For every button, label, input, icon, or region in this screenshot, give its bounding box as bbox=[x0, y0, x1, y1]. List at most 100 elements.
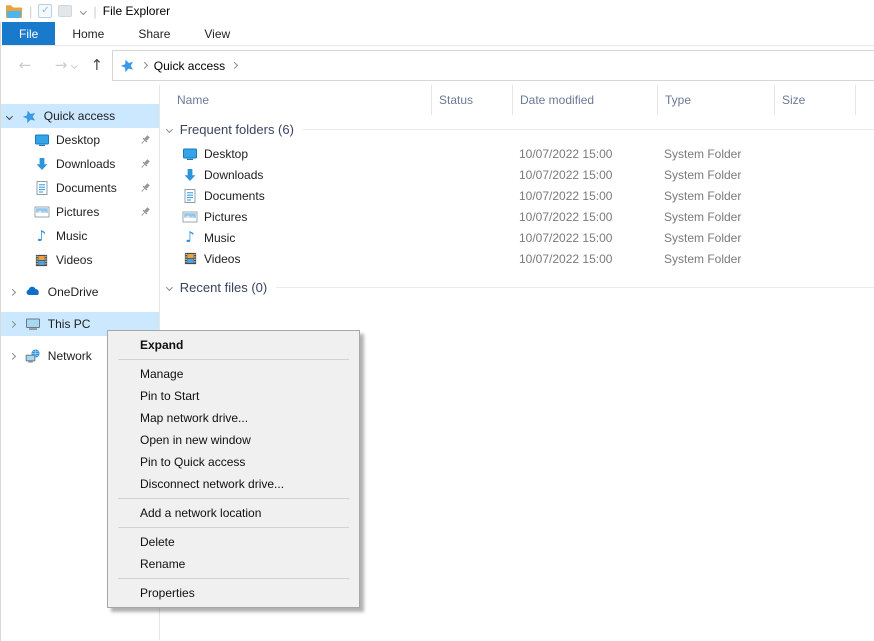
window-title: File Explorer bbox=[103, 4, 170, 18]
menu-item-add-network-location[interactable]: Add a network location bbox=[108, 502, 359, 524]
desktop-icon bbox=[33, 132, 50, 148]
pictures-icon bbox=[182, 209, 198, 225]
file-type: System Folder bbox=[657, 206, 774, 227]
file-row-downloads[interactable]: Downloads 10/07/2022 15:00 System Folder bbox=[160, 164, 874, 185]
file-date: 10/07/2022 15:00 bbox=[512, 227, 657, 248]
menu-item-pin-to-quick-access[interactable]: Pin to Quick access bbox=[108, 451, 359, 473]
recent-locations-icon[interactable] bbox=[71, 62, 78, 69]
file-row-music[interactable]: ♪ Music 10/07/2022 15:00 System Folder bbox=[160, 227, 874, 248]
downloads-icon bbox=[33, 156, 50, 172]
videos-icon bbox=[182, 251, 198, 267]
group-header-rule bbox=[303, 129, 874, 130]
file-date: 10/07/2022 15:00 bbox=[512, 206, 657, 227]
tab-view[interactable]: View bbox=[187, 22, 247, 45]
sidebar-item-onedrive[interactable]: OneDrive bbox=[0, 280, 159, 304]
quick-access-star-icon[interactable] bbox=[120, 58, 135, 73]
expand-chevron-icon[interactable] bbox=[9, 289, 16, 296]
forward-icon[interactable]: → bbox=[50, 58, 72, 73]
menu-item-properties[interactable]: Properties bbox=[108, 582, 359, 604]
file-explorer-app-icon bbox=[5, 4, 23, 19]
file-row-pictures[interactable]: Pictures 10/07/2022 15:00 System Folder bbox=[160, 206, 874, 227]
title-bar: | ✓ | File Explorer bbox=[0, 0, 874, 22]
menu-separator bbox=[118, 498, 349, 499]
file-row-videos[interactable]: Videos 10/07/2022 15:00 System Folder bbox=[160, 248, 874, 269]
group-collapse-chevron-icon[interactable] bbox=[166, 126, 173, 133]
sidebar-item-label: Network bbox=[48, 349, 92, 363]
group-header-rule bbox=[276, 287, 874, 288]
qat-properties-icon[interactable]: ✓ bbox=[38, 4, 52, 18]
qat-new-folder-icon[interactable] bbox=[58, 5, 72, 17]
group-header-recent-files[interactable]: Recent files (0) bbox=[160, 273, 874, 301]
expand-chevron-icon[interactable] bbox=[9, 321, 16, 328]
back-icon[interactable]: ← bbox=[14, 58, 36, 73]
sidebar-item-label: Quick access bbox=[44, 109, 115, 123]
sidebar-item-pictures[interactable]: Pictures bbox=[0, 200, 159, 224]
titlebar-separator-2: | bbox=[93, 4, 96, 19]
titlebar-separator: | bbox=[29, 4, 32, 19]
column-header-size[interactable]: Size bbox=[774, 85, 856, 115]
group-collapse-chevron-icon[interactable] bbox=[166, 284, 173, 291]
sidebar-item-documents[interactable]: Documents bbox=[0, 176, 159, 200]
menu-item-map-network-drive[interactable]: Map network drive... bbox=[108, 407, 359, 429]
file-name: Videos bbox=[204, 252, 240, 266]
documents-icon bbox=[182, 188, 198, 204]
sidebar-item-videos[interactable]: Videos bbox=[0, 248, 159, 272]
sidebar-item-desktop[interactable]: Desktop bbox=[0, 128, 159, 152]
up-icon[interactable]: ↑ bbox=[87, 58, 107, 73]
group-header-label: Frequent folders (6) bbox=[180, 122, 294, 137]
window-border bbox=[0, 22, 1, 641]
breadcrumb-chevron-icon-2[interactable] bbox=[231, 62, 238, 69]
group-header-label: Recent files (0) bbox=[180, 280, 267, 295]
file-row-desktop[interactable]: Desktop 10/07/2022 15:00 System Folder bbox=[160, 143, 874, 164]
downloads-icon bbox=[182, 167, 198, 183]
menu-item-manage[interactable]: Manage bbox=[108, 363, 359, 385]
menu-item-open-in-new-window[interactable]: Open in new window bbox=[108, 429, 359, 451]
sidebar-item-label: Music bbox=[56, 229, 87, 243]
onedrive-cloud-icon bbox=[25, 284, 42, 300]
ribbon-tabs: File Home Share View bbox=[0, 22, 874, 46]
file-type: System Folder bbox=[657, 164, 774, 185]
column-header-type[interactable]: Type bbox=[657, 85, 774, 115]
menu-separator bbox=[118, 578, 349, 579]
file-type: System Folder bbox=[657, 248, 774, 269]
menu-item-expand[interactable]: Expand bbox=[108, 334, 359, 356]
file-date: 10/07/2022 15:00 bbox=[512, 185, 657, 206]
column-header-status[interactable]: Status bbox=[431, 85, 512, 115]
sidebar-item-label: OneDrive bbox=[48, 285, 99, 299]
expand-chevron-icon[interactable] bbox=[9, 353, 16, 360]
group-header-frequent-folders[interactable]: Frequent folders (6) bbox=[160, 115, 874, 143]
file-type: System Folder bbox=[657, 227, 774, 248]
pin-icon bbox=[139, 206, 151, 218]
collapse-chevron-icon[interactable] bbox=[6, 113, 13, 120]
menu-item-pin-to-start[interactable]: Pin to Start bbox=[108, 385, 359, 407]
menu-item-rename[interactable]: Rename bbox=[108, 553, 359, 575]
file-name: Documents bbox=[204, 189, 265, 203]
breadcrumb-chevron-icon[interactable] bbox=[141, 62, 148, 69]
pin-icon bbox=[139, 134, 151, 146]
breadcrumb-item[interactable]: Quick access bbox=[154, 59, 225, 73]
sidebar-item-music[interactable]: ♪ Music bbox=[0, 224, 159, 248]
menu-separator bbox=[118, 359, 349, 360]
qat-customize-icon[interactable] bbox=[78, 9, 87, 14]
address-bar[interactable]: Quick access bbox=[112, 50, 874, 81]
column-header-name[interactable]: Name bbox=[160, 85, 431, 115]
sidebar-item-label: Videos bbox=[56, 253, 92, 267]
tab-file[interactable]: File bbox=[2, 22, 55, 45]
pictures-icon bbox=[33, 204, 50, 220]
file-row-documents[interactable]: Documents 10/07/2022 15:00 System Folder bbox=[160, 185, 874, 206]
column-header-date-modified[interactable]: Date modified bbox=[512, 85, 657, 115]
music-note-icon: ♪ bbox=[182, 230, 198, 246]
sidebar-item-quick-access[interactable]: Quick access bbox=[0, 104, 159, 128]
file-type: System Folder bbox=[657, 185, 774, 206]
menu-item-delete[interactable]: Delete bbox=[108, 531, 359, 553]
menu-item-disconnect-network-drive[interactable]: Disconnect network drive... bbox=[108, 473, 359, 495]
sidebar-item-downloads[interactable]: Downloads bbox=[0, 152, 159, 176]
desktop-icon bbox=[182, 146, 198, 162]
tab-share[interactable]: Share bbox=[121, 22, 187, 45]
videos-icon bbox=[33, 252, 50, 268]
menu-separator bbox=[118, 527, 349, 528]
network-icon bbox=[25, 348, 42, 364]
file-type: System Folder bbox=[657, 143, 774, 164]
tab-home[interactable]: Home bbox=[55, 22, 121, 45]
sidebar-item-label: Pictures bbox=[56, 205, 99, 219]
